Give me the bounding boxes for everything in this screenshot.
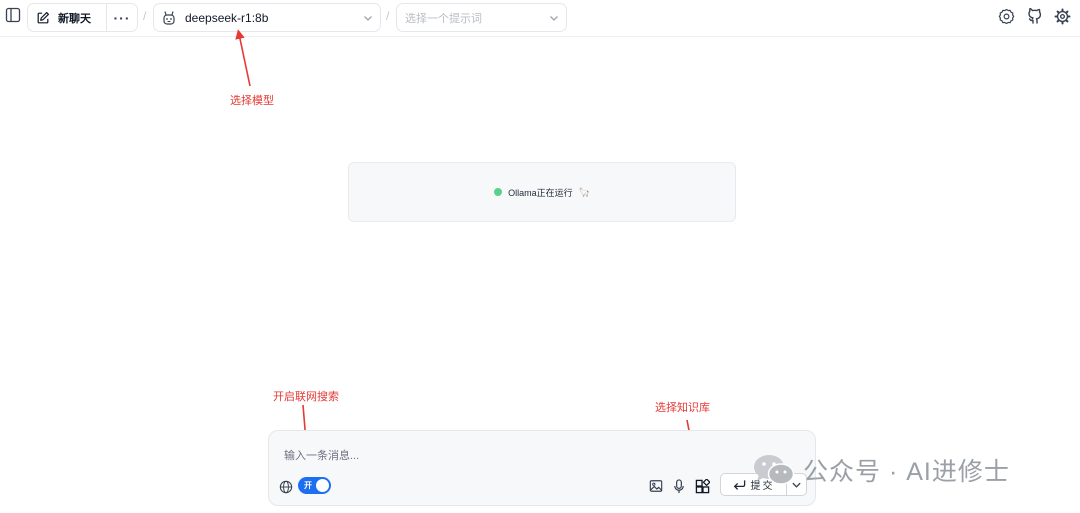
chat-group: 新聊天 ··· bbox=[27, 3, 138, 32]
sidebar-toggle-icon[interactable] bbox=[3, 5, 23, 25]
model-select[interactable]: deepseek-r1:8b bbox=[153, 3, 381, 32]
toggle-label: 开 bbox=[304, 481, 312, 490]
app-window: 新聊天 ··· / deepseek-r1:8b / 选择一个提示词 选择模型 … bbox=[0, 0, 1080, 513]
knowledge-base-icon[interactable] bbox=[693, 477, 711, 495]
annotation-arrow-model bbox=[235, 29, 251, 87]
settings-icon[interactable] bbox=[997, 7, 1016, 26]
edit-icon bbox=[37, 11, 50, 23]
more-options-button[interactable]: ··· bbox=[107, 4, 137, 31]
prompt-placeholder: 选择一个提示词 bbox=[405, 12, 482, 25]
status-dot bbox=[494, 188, 503, 196]
image-icon[interactable] bbox=[647, 477, 665, 495]
breadcrumb-separator: / bbox=[386, 9, 390, 23]
robot-icon bbox=[163, 10, 175, 25]
web-search-toggle[interactable]: 开 bbox=[298, 477, 331, 494]
model-value: deepseek-r1:8b bbox=[185, 10, 269, 25]
github-icon[interactable] bbox=[1025, 7, 1044, 26]
prompt-select[interactable]: 选择一个提示词 bbox=[396, 3, 567, 32]
message-input[interactable]: 输入一条消息... bbox=[284, 447, 784, 463]
ollama-status-card: Ollama正在运行 🦙 bbox=[348, 162, 736, 222]
new-chat-label: 新聊天 bbox=[58, 12, 91, 25]
status-text: Ollama正在运行 bbox=[508, 187, 573, 198]
chevron-down-icon bbox=[364, 16, 372, 21]
globe-icon bbox=[278, 479, 294, 495]
gear-icon[interactable] bbox=[1053, 7, 1072, 26]
annotation-web-search: 开启联网搜索 bbox=[273, 391, 339, 403]
wechat-icon bbox=[754, 455, 795, 485]
enter-icon bbox=[733, 479, 745, 490]
mic-icon[interactable] bbox=[670, 477, 688, 495]
watermark-text: 公众号 · AI进修士 bbox=[803, 458, 1010, 486]
annotation-knowledge-base: 选择知识库 bbox=[655, 402, 710, 414]
message-composer: 输入一条消息... 开 提交 bbox=[268, 430, 816, 506]
annotation-select-model: 选择模型 bbox=[230, 95, 274, 107]
new-chat-button[interactable]: 新聊天 bbox=[28, 4, 107, 31]
top-bar: 新聊天 ··· / deepseek-r1:8b / 选择一个提示词 bbox=[0, 0, 1080, 37]
watermark: 公众号 · AI进修士 bbox=[753, 452, 1010, 488]
llama-icon: 🦙 bbox=[578, 186, 590, 197]
chevron-down-icon bbox=[550, 16, 558, 21]
breadcrumb-separator: / bbox=[143, 9, 147, 23]
toggle-knob bbox=[316, 479, 329, 492]
top-right-actions bbox=[997, 7, 1072, 26]
